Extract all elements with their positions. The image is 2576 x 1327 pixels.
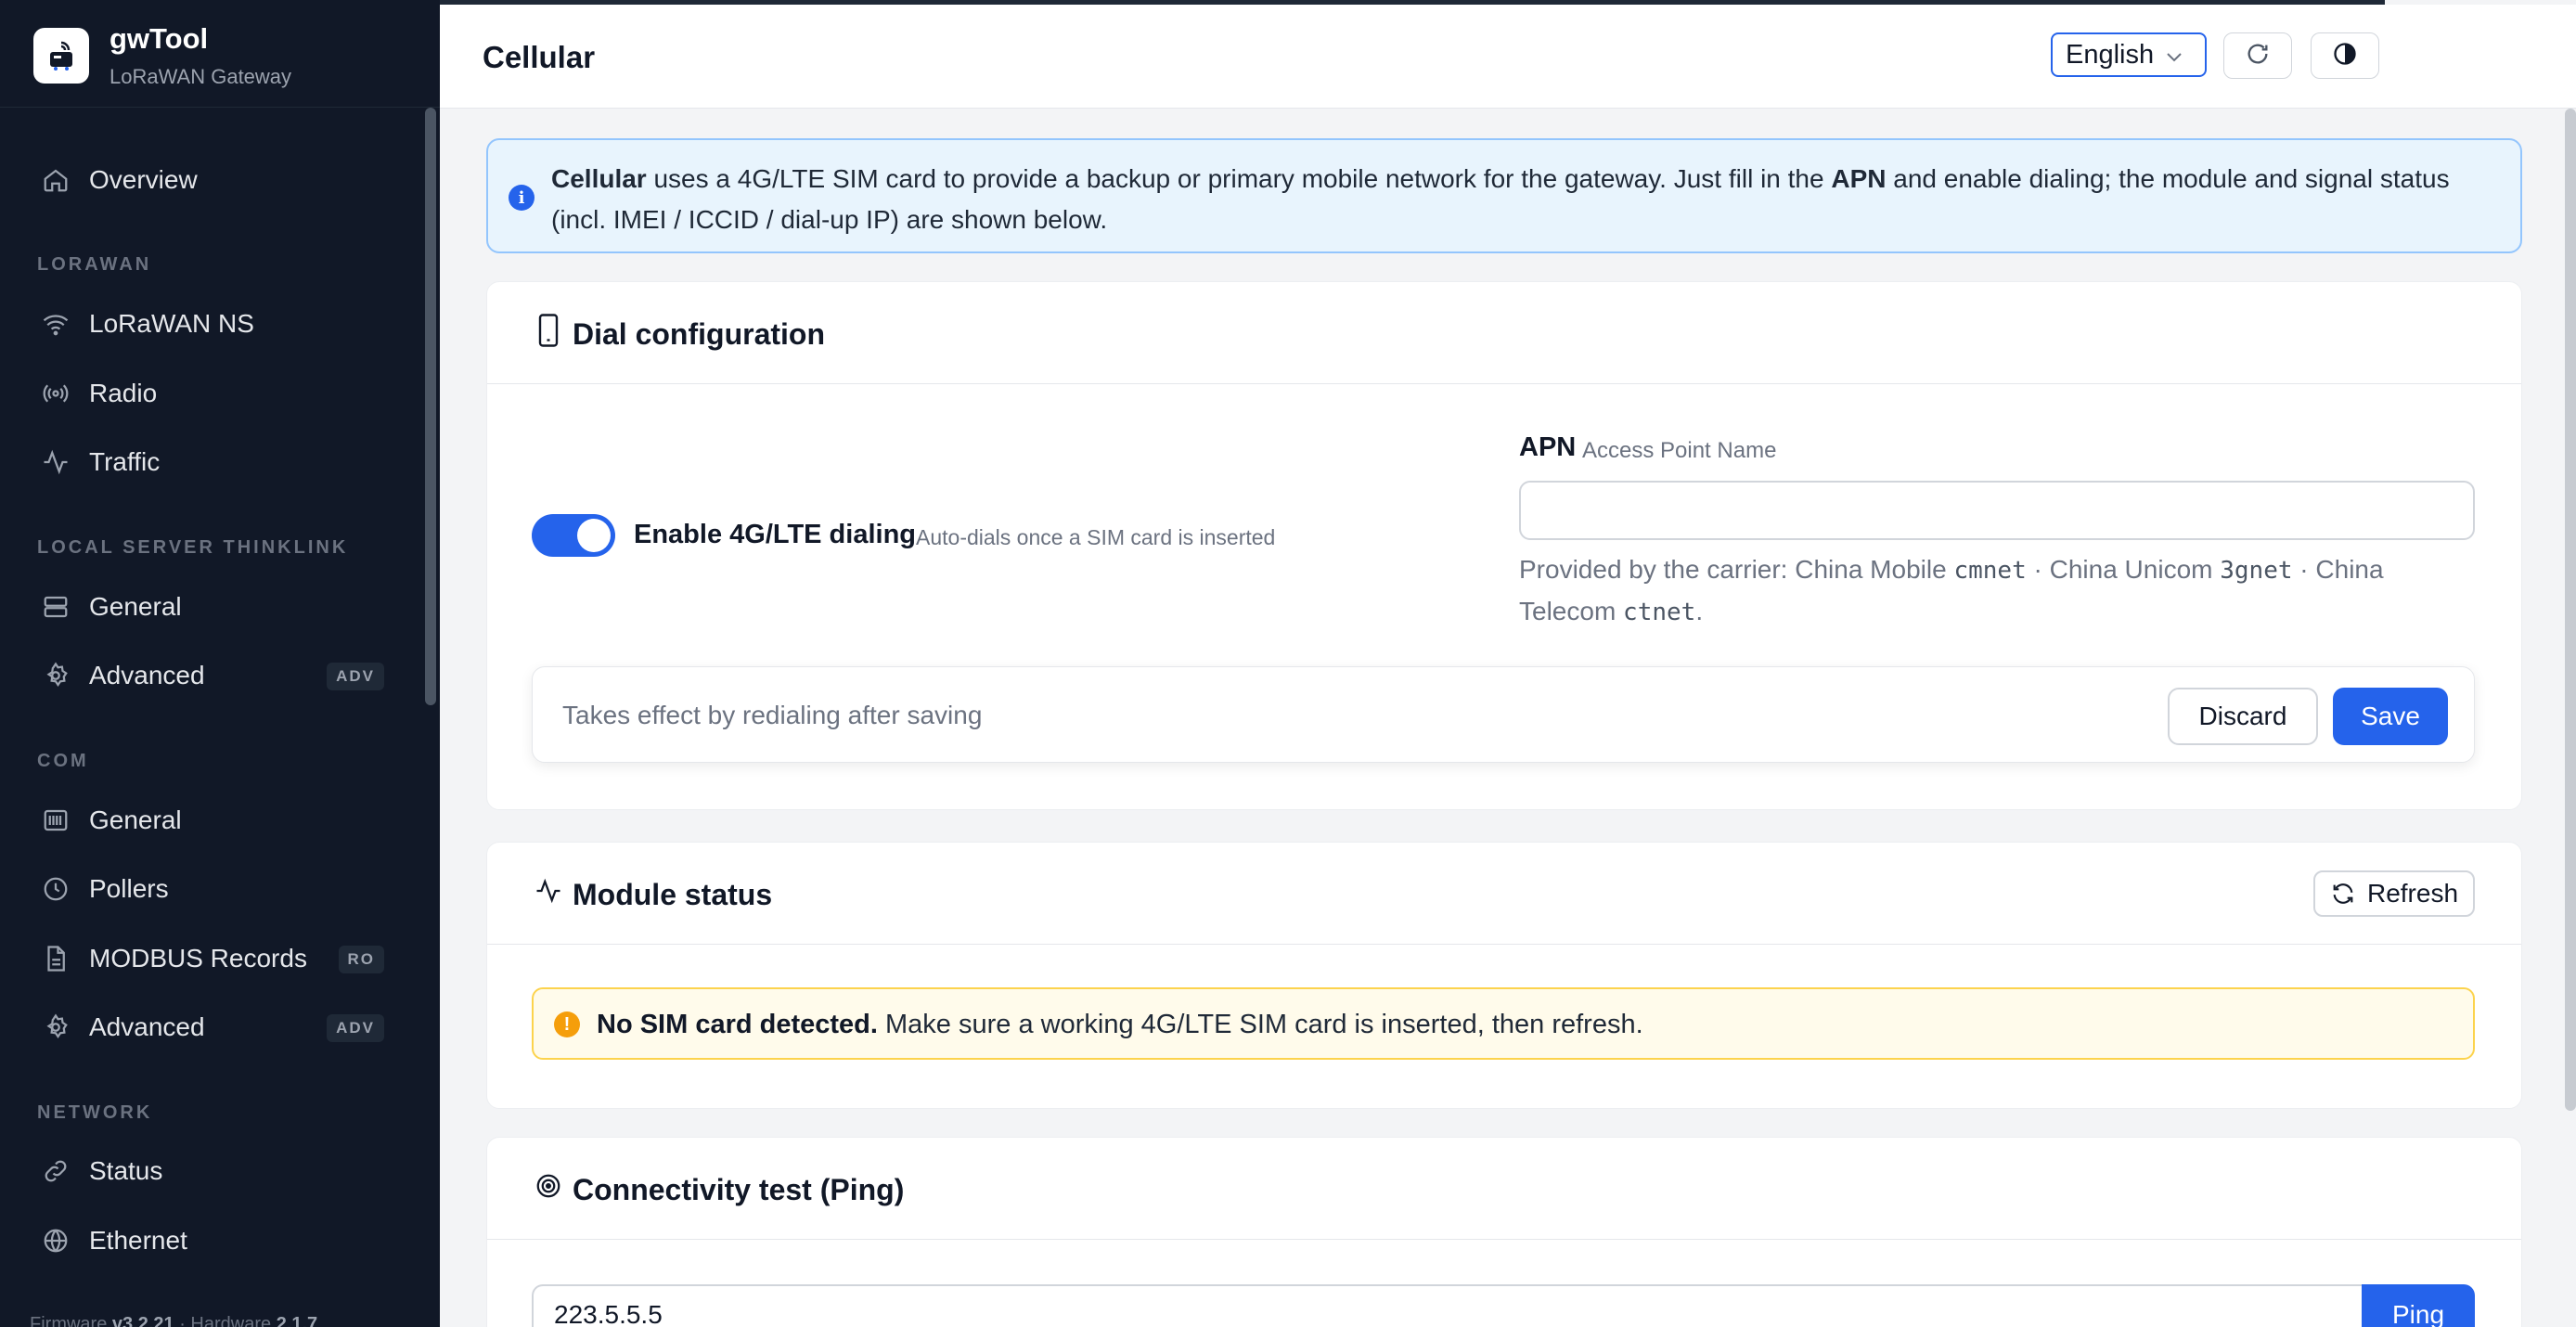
sidebar-item-radio[interactable]: Radio bbox=[22, 365, 403, 422]
gear-icon bbox=[37, 1009, 74, 1046]
reload-button[interactable] bbox=[2223, 32, 2292, 79]
page-title: Cellular bbox=[483, 40, 596, 74]
sidebar-item-label: Overview bbox=[89, 165, 198, 194]
clock-icon bbox=[37, 870, 74, 908]
sidebar-item-label: Advanced bbox=[89, 661, 205, 689]
sidebar-item-com-advanced[interactable]: Advanced ADV bbox=[22, 998, 403, 1056]
sidebar-scrollbar[interactable] bbox=[425, 108, 436, 705]
dialing-toggle-label: Enable 4G/LTE dialing bbox=[634, 520, 917, 549]
sidebar-item-lorawan-ns[interactable]: LoRaWAN NS bbox=[22, 295, 403, 353]
refresh-icon bbox=[2333, 883, 2353, 904]
ping-card: Connectivity test (Ping) Ping bbox=[486, 1137, 2522, 1327]
refresh-label: Refresh bbox=[2366, 879, 2459, 908]
home-icon bbox=[37, 161, 74, 199]
sidebar-item-label: Radio bbox=[89, 379, 158, 407]
apn-label: APN bbox=[1519, 432, 1577, 462]
language-select[interactable]: English bbox=[2051, 32, 2207, 77]
save-button[interactable]: Save bbox=[2333, 688, 2448, 745]
sidebar-item-label: Ethernet bbox=[89, 1226, 187, 1255]
loading-bar bbox=[440, 0, 2385, 5]
sidebar-item-ethernet[interactable]: Ethernet bbox=[22, 1212, 403, 1269]
sidebar-item-label: Status bbox=[89, 1156, 163, 1185]
apn-input[interactable] bbox=[1519, 481, 2475, 540]
activity-icon bbox=[37, 444, 74, 481]
save-hint: Takes effect by redialing after saving bbox=[562, 701, 983, 729]
ro-badge: RO bbox=[338, 946, 384, 973]
gateway-icon bbox=[33, 28, 89, 84]
save-bar: Takes effect by redialing after saving D… bbox=[532, 666, 2475, 763]
card-header: Module status Refresh bbox=[487, 843, 2521, 945]
wifi-icon bbox=[37, 305, 74, 342]
ping-button[interactable]: Ping bbox=[2362, 1284, 2475, 1327]
no-sim-warning: ! No SIM card detected. Make sure a work… bbox=[532, 987, 2475, 1060]
document-icon bbox=[37, 940, 74, 977]
radio-icon bbox=[37, 375, 74, 412]
brand-subtitle: LoRaWAN Gateway bbox=[109, 65, 292, 88]
card-title: Module status bbox=[573, 878, 773, 911]
refresh-button[interactable]: Refresh bbox=[2313, 870, 2475, 917]
language-value: English bbox=[2066, 39, 2155, 70]
section-network: NETWORK bbox=[37, 1102, 153, 1123]
section-local-server: LOCAL SERVER THINKLINK bbox=[37, 537, 349, 558]
card-title: Dial configuration bbox=[573, 317, 825, 351]
server-icon bbox=[37, 588, 74, 625]
section-lorawan: LORAWAN bbox=[37, 254, 152, 275]
link-icon bbox=[37, 1153, 74, 1190]
sidebar-item-label: Traffic bbox=[89, 447, 161, 476]
adv-badge: ADV bbox=[327, 663, 384, 690]
info-icon: i bbox=[509, 185, 535, 211]
theme-toggle-button[interactable] bbox=[2311, 32, 2379, 79]
warning-text: No SIM card detected. Make sure a workin… bbox=[597, 1010, 1643, 1039]
sidebar-item-local-general[interactable]: General bbox=[22, 578, 403, 636]
card-title: Connectivity test (Ping) bbox=[573, 1173, 905, 1206]
sidebar-item-label: General bbox=[89, 805, 182, 834]
apn-sublabel: Access Point Name bbox=[1582, 438, 1777, 463]
sidebar-item-com-general[interactable]: General bbox=[22, 792, 403, 849]
info-banner: i Cellular uses a 4G/LTE SIM card to pro… bbox=[486, 138, 2522, 253]
adv-badge: ADV bbox=[327, 1014, 384, 1042]
version-footer: Firmware v3.2.21 · Hardware 2.1.7 bbox=[30, 1314, 318, 1327]
serial-icon bbox=[37, 802, 74, 839]
activity-icon bbox=[532, 874, 565, 908]
sidebar-item-label: LoRaWAN NS bbox=[89, 309, 254, 338]
apn-help-text: Provided by the carrier: China Mobile cm… bbox=[1519, 555, 2384, 626]
sidebar-item-local-advanced[interactable]: Advanced ADV bbox=[22, 647, 403, 704]
warning-icon: ! bbox=[554, 1011, 580, 1037]
section-com: COM bbox=[37, 751, 89, 771]
target-icon bbox=[532, 1169, 565, 1203]
sidebar-item-pollers[interactable]: Pollers bbox=[22, 860, 403, 918]
top-header: Cellular English bbox=[440, 5, 2576, 109]
sidebar-item-modbus-records[interactable]: MODBUS Records RO bbox=[22, 930, 403, 987]
sidebar-item-label: MODBUS Records bbox=[89, 944, 307, 973]
ping-target-input[interactable] bbox=[532, 1284, 2362, 1327]
main-scrollbar[interactable] bbox=[2565, 109, 2576, 1111]
card-header: Dial configuration bbox=[487, 282, 2521, 384]
chevron-down-icon bbox=[2165, 40, 2183, 71]
dialing-toggle[interactable] bbox=[532, 514, 615, 557]
brand-name: gwTool bbox=[109, 22, 209, 55]
sidebar-item-overview[interactable]: Overview bbox=[22, 151, 403, 209]
sidebar-item-label: Advanced bbox=[89, 1012, 205, 1041]
dialing-toggle-hint: Auto-dials once a SIM card is inserted bbox=[916, 525, 1276, 549]
main-content: i Cellular uses a 4G/LTE SIM card to pro… bbox=[440, 109, 2576, 1327]
dial-config-card: Dial configuration Enable 4G/LTE dialing… bbox=[486, 281, 2522, 810]
card-header: Connectivity test (Ping) bbox=[487, 1138, 2521, 1240]
sidebar-item-label: General bbox=[89, 592, 182, 621]
sidebar-item-label: Pollers bbox=[89, 874, 169, 903]
module-status-card: Module status Refresh ! No SIM card dete… bbox=[486, 842, 2522, 1109]
sidebar-item-status[interactable]: Status bbox=[22, 1142, 403, 1200]
gear-icon bbox=[37, 657, 74, 694]
sidebar-item-traffic[interactable]: Traffic bbox=[22, 433, 403, 491]
info-text: Cellular uses a 4G/LTE SIM card to provi… bbox=[551, 164, 2450, 234]
refresh-icon bbox=[2245, 41, 2271, 71]
globe-icon bbox=[37, 1222, 74, 1259]
brand: gwTool LoRaWAN Gateway bbox=[0, 0, 440, 108]
phone-icon bbox=[532, 314, 565, 347]
sidebar: gwTool LoRaWAN Gateway Overview LORAWAN … bbox=[0, 0, 440, 1327]
discard-button[interactable]: Discard bbox=[2168, 688, 2318, 745]
contrast-icon bbox=[2332, 41, 2358, 71]
